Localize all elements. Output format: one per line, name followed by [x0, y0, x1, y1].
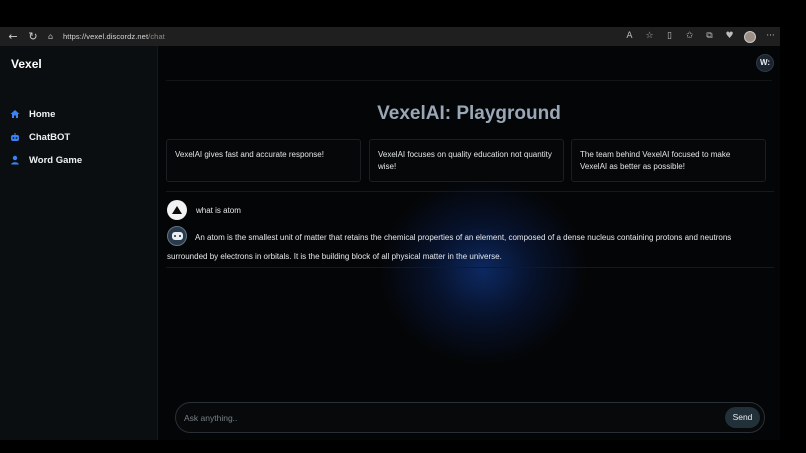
favorite-icon[interactable]: ☆	[644, 31, 655, 42]
user-message-row: what is atom	[167, 200, 241, 220]
profile-avatar[interactable]	[744, 30, 756, 43]
more-menu-icon[interactable]: ···	[765, 31, 776, 42]
chat-composer: Send	[175, 402, 765, 433]
address-bar[interactable]: ⌂ https://vexel.discordz.net/chat	[48, 29, 165, 45]
sidebar-item-label: Home	[29, 108, 56, 120]
bot-message-text: An atom is the smallest unit of matter t…	[167, 233, 732, 261]
send-button[interactable]: Send	[725, 407, 760, 428]
chat-input[interactable]	[184, 410, 704, 426]
user-message-avatar	[167, 200, 187, 220]
browser-toolbar: ← ↻ ⌂ https://vexel.discordz.net/chat A …	[0, 27, 780, 46]
page-title: VexelAI: Playground	[377, 103, 561, 124]
main-panel: W: VexelAI: Playground VexelAI gives fas…	[158, 46, 780, 440]
url-text[interactable]: https://vexel.discordz.net/chat	[63, 32, 165, 41]
sidebar: Vexel Home ChatBOT Word Game	[0, 46, 158, 440]
app-window: Vexel Home ChatBOT Word Game W: VexelAI:…	[0, 46, 780, 440]
sidebar-item-word-game[interactable]: Word Game	[10, 153, 82, 167]
brand-logo[interactable]: Vexel	[11, 57, 42, 71]
divider	[166, 191, 774, 192]
feature-card[interactable]: VexelAI focuses on quality education not…	[369, 139, 564, 182]
health-icon[interactable]: ♥	[724, 31, 735, 42]
browser-tools: A ☆ ▯ ✩ ⧉ ♥ ···	[624, 27, 776, 46]
sidebar-item-label: Word Game	[29, 154, 83, 166]
background-glow	[378, 176, 588, 366]
sidebar-item-home[interactable]: Home	[10, 107, 55, 121]
lock-icon: ⌂	[48, 32, 54, 41]
url-path: /chat	[148, 32, 165, 41]
user-message-text: what is atom	[196, 205, 241, 215]
divider	[166, 267, 774, 268]
triangle-icon	[172, 206, 182, 214]
sidebar-item-label: ChatBOT	[29, 131, 71, 143]
user-icon	[10, 155, 20, 165]
feature-card[interactable]: The team behind VexelAI focused to make …	[571, 139, 766, 182]
header-divider	[166, 80, 772, 81]
back-arrow-icon[interactable]: ←	[6, 30, 20, 44]
favorites-icon[interactable]: ✩	[684, 31, 695, 42]
home-icon	[10, 109, 20, 119]
robot-icon	[10, 132, 20, 142]
bot-avatar	[167, 226, 187, 246]
screen: ← ↻ ⌂ https://vexel.discordz.net/chat A …	[0, 0, 806, 453]
robot-face-icon	[171, 232, 183, 240]
user-avatar-button[interactable]: W:	[756, 54, 774, 72]
collections-icon[interactable]: ⧉	[704, 31, 715, 42]
split-screen-icon[interactable]: ▯	[664, 31, 675, 42]
sidebar-item-chatbot[interactable]: ChatBOT	[10, 130, 70, 144]
read-aloud-icon[interactable]: A	[624, 31, 635, 42]
feature-card[interactable]: VexelAI gives fast and accurate response…	[166, 139, 361, 182]
feature-cards: VexelAI gives fast and accurate response…	[166, 139, 766, 182]
refresh-icon[interactable]: ↻	[26, 30, 40, 44]
url-host: https://vexel.discordz.net	[63, 32, 149, 41]
